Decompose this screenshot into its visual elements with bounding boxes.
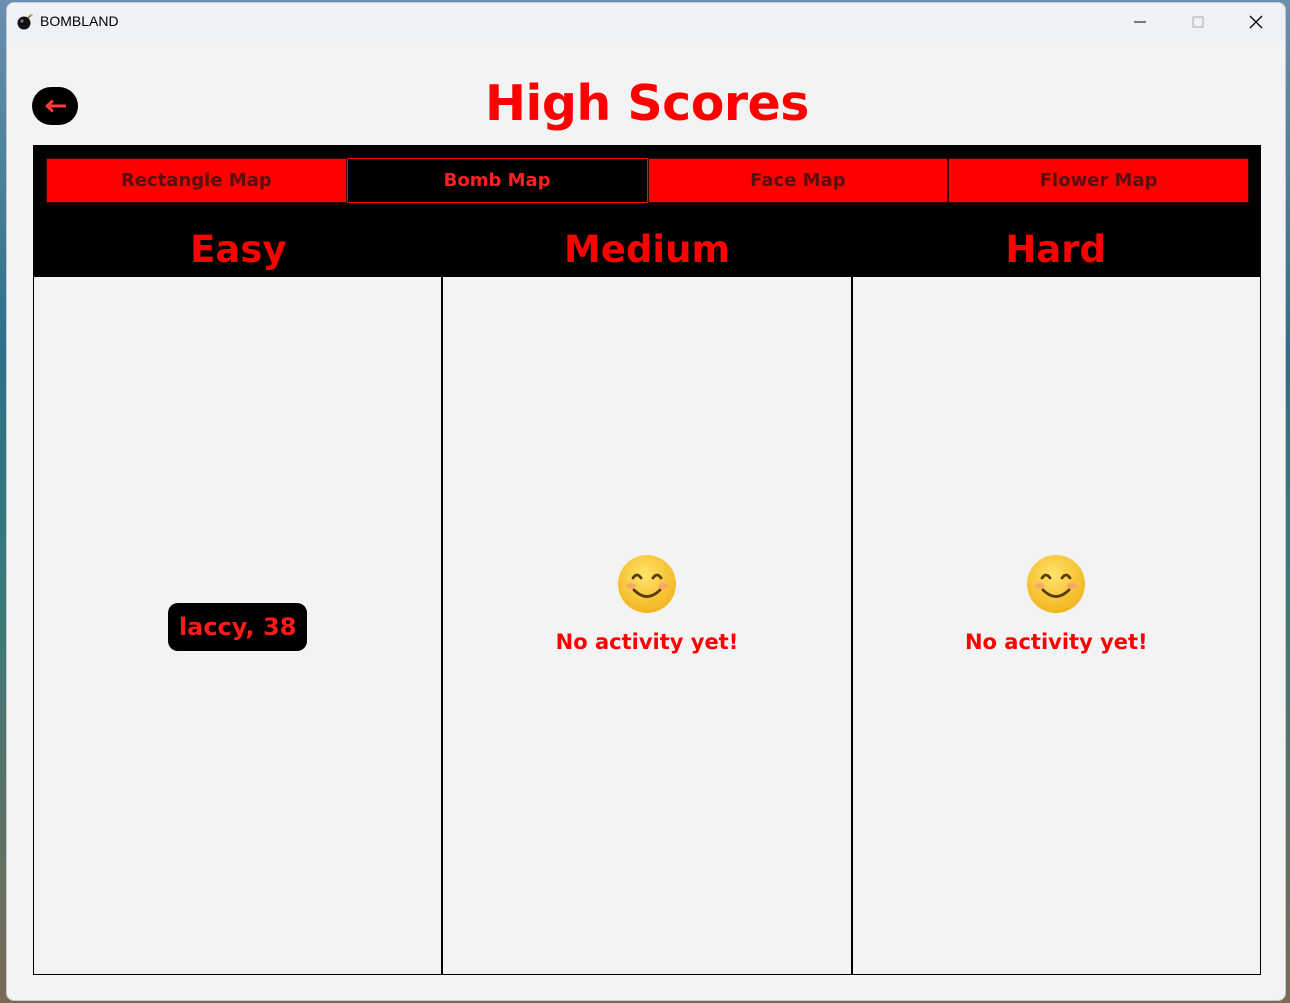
difficulty-easy-heading: Easy (190, 228, 287, 271)
panel-header: Rectangle Map Bomb Map Face Map Flower M… (34, 146, 1260, 277)
maximize-icon (1192, 16, 1204, 28)
close-icon (1249, 15, 1263, 29)
smiling-face-icon (617, 554, 676, 613)
difficulty-headers: Easy Medium Hard (34, 222, 1260, 277)
no-activity-message: No activity yet! (555, 629, 739, 654)
score-entry: laccy, 38 (167, 602, 308, 651)
minimize-button[interactable] (1111, 3, 1169, 41)
tab-bomb-map[interactable]: Bomb Map (346, 158, 648, 203)
tab-flower-map[interactable]: Flower Map (948, 158, 1249, 203)
close-button[interactable] (1227, 3, 1285, 41)
tab-rectangle-map[interactable]: Rectangle Map (46, 158, 347, 203)
difficulty-hard-heading: Hard (1005, 228, 1107, 271)
tab-face-map[interactable]: Face Map (647, 158, 949, 203)
easy-column: laccy, 38 (34, 277, 444, 975)
bomb-icon (17, 14, 33, 30)
title-bar: BOMBLAND (7, 3, 1285, 41)
app-window: BOMBLAND High Scores Rectangle Map Bomb … (6, 2, 1286, 1001)
minimize-icon (1134, 21, 1146, 23)
map-tabs: Rectangle Map Bomb Map Face Map Flower M… (46, 158, 1249, 203)
score-columns: laccy, 38 No activity yet! No activity y… (34, 277, 1260, 975)
hard-column: No activity yet! (853, 277, 1260, 975)
difficulty-medium-heading: Medium (564, 228, 730, 271)
window-title: BOMBLAND (40, 13, 119, 29)
smiling-face-icon (1027, 554, 1086, 613)
medium-column: No activity yet! (443, 277, 853, 975)
page-title: High Scores (485, 75, 809, 132)
maximize-button[interactable] (1169, 3, 1227, 41)
scores-panel: Rectangle Map Bomb Map Face Map Flower M… (33, 145, 1261, 975)
no-activity-message: No activity yet! (964, 629, 1148, 654)
